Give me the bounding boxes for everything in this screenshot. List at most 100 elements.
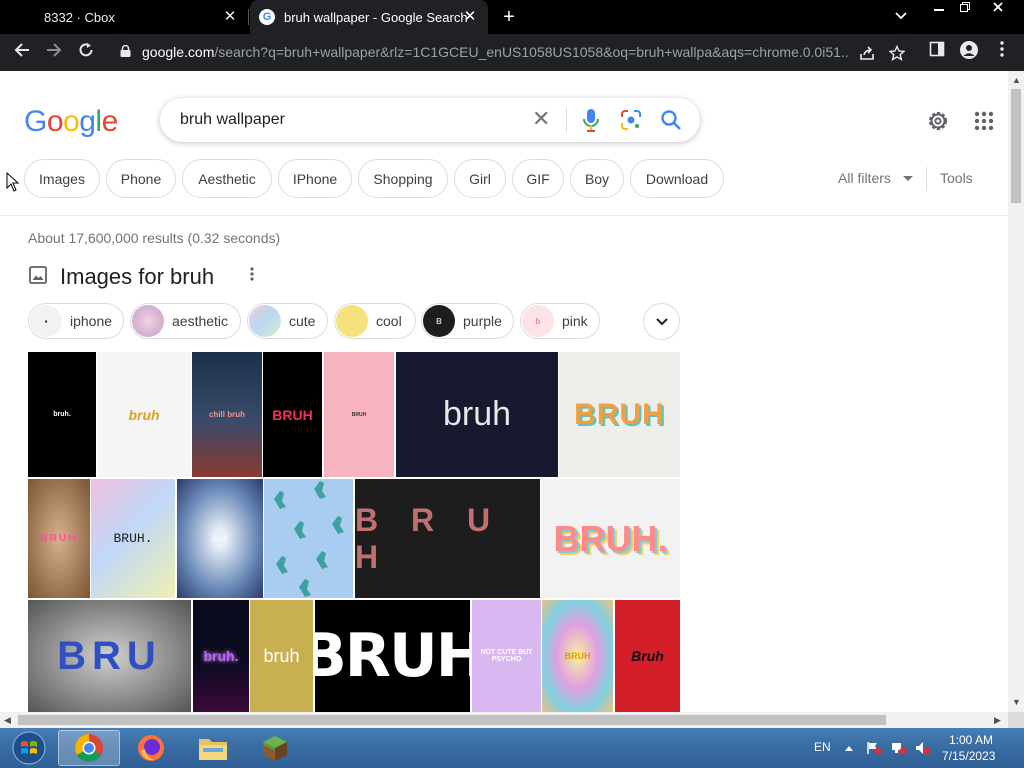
action-center-flag-icon[interactable] [866,741,882,755]
lock-icon[interactable] [120,45,131,57]
side-panel-icon[interactable] [928,41,946,59]
taskbar-firefox[interactable] [120,730,182,766]
image-result[interactable]: NOT CUTE BUT PSYCHO [472,600,541,712]
refine-chip-aesthetic[interactable]: aesthetic [130,303,241,339]
google-favicon-icon: G [259,9,275,25]
back-arrow-icon[interactable] [11,42,33,64]
image-result[interactable]: BRUH [324,352,394,477]
start-button[interactable] [2,730,56,766]
vertical-scrollbar[interactable]: ▲ ▼ [1008,71,1024,712]
images-section-title[interactable]: Images for bruh [60,264,214,290]
tab-google-search[interactable]: G bruh wallpaper - Google Search ✕ [250,0,488,34]
volume-muted-icon[interactable] [915,741,931,755]
close-tab-icon[interactable]: ✕ [222,9,238,25]
refine-chip-cool[interactable]: cool [334,303,416,339]
refine-chip-pink[interactable]: b pink [520,303,600,339]
url-text[interactable]: google.com/search?q=bruh+wallpaper&rlz=1… [142,44,850,60]
minimize-button[interactable] [930,1,948,17]
clock-time[interactable]: 1:00 AM [949,733,993,747]
refine-chip-cute[interactable]: cute [247,303,328,339]
tab-search-chevron-icon[interactable] [895,8,907,23]
image-result[interactable]: bruh. [28,352,96,477]
search-box[interactable]: bruh wallpaper ✕ [160,98,700,142]
close-tab-icon[interactable]: ✕ [462,9,478,25]
refine-chip-iphone[interactable]: ▪ iphone [28,303,124,339]
chip-iphone[interactable]: IPhone [278,159,352,198]
google-lens-icon[interactable] [620,109,642,131]
refine-thumbnail [249,305,281,337]
all-filters-button[interactable]: All filters [838,170,913,186]
image-result[interactable]: BRUH. [541,479,680,598]
image-result[interactable]: BRUH [315,600,470,712]
image-result[interactable]: BRUH [263,352,322,477]
restore-button[interactable] [956,1,974,17]
scroll-left-arrow-icon[interactable]: ◀ [4,715,11,726]
close-window-button[interactable] [988,1,1008,17]
google-apps-grid-icon[interactable] [974,111,994,131]
scroll-up-arrow-icon[interactable]: ▲ [1012,75,1021,85]
more-options-icon[interactable] [245,267,259,286]
scroll-down-arrow-icon[interactable]: ▼ [1012,697,1021,707]
image-result[interactable]: Bruh [615,600,680,712]
new-tab-button[interactable]: + [498,6,520,29]
settings-gear-icon[interactable] [926,109,950,133]
tab-cbox[interactable]: 8332 · Cbox ✕ [0,0,248,34]
image-result[interactable] [264,479,353,598]
image-result[interactable]: BRUH [559,352,680,477]
taskbar-minecraft[interactable] [244,730,306,766]
logo-letter: G [24,105,47,138]
clock-date[interactable]: 7/15/2023 [942,749,995,763]
image-result[interactable]: BRUH [28,479,90,598]
google-logo[interactable]: Google [24,105,118,139]
tools-button[interactable]: Tools [940,170,973,186]
image-result[interactable]: BRU [28,600,191,712]
chip-phone[interactable]: Phone [106,159,176,198]
horizontal-scroll-thumb[interactable] [18,715,886,725]
all-filters-label: All filters [838,170,891,186]
profile-avatar-icon[interactable] [960,41,978,59]
taskbar-chrome[interactable] [58,730,120,766]
search-icon[interactable] [660,109,682,131]
refine-thumbnail: ▪ [30,305,62,337]
refine-label: cool [376,313,402,329]
image-result[interactable]: bruh [97,352,191,477]
chip-aesthetic[interactable]: Aesthetic [182,159,272,198]
chip-girl[interactable]: Girl [454,159,506,198]
image-result[interactable]: BRUH [542,600,613,712]
horizontal-scrollbar[interactable]: ◀ ▶ [0,712,1008,728]
image-result[interactable]: bruh [177,479,263,598]
chip-shopping[interactable]: Shopping [358,159,448,198]
chip-images[interactable]: Images [24,159,100,198]
microphone-icon[interactable] [581,108,601,132]
clear-search-icon[interactable]: ✕ [532,108,550,130]
chrome-icon [75,734,103,762]
network-icon[interactable] [891,741,907,755]
url-path: /search?q=bruh+wallpaper&rlz=1C1GCEU_enU… [214,44,850,60]
image-result[interactable]: BRUH. [91,479,175,598]
bookmark-star-icon[interactable] [888,44,906,63]
refine-chip-purple[interactable]: B purple [421,303,514,339]
dropdown-caret-icon [902,176,913,182]
chip-download[interactable]: Download [630,159,724,198]
image-result[interactable]: bruh. [193,600,249,712]
image-result[interactable]: chill bruh [192,352,262,477]
search-input[interactable]: bruh wallpaper [180,111,285,129]
more-menu-icon[interactable] [993,41,1011,59]
vertical-scroll-thumb[interactable] [1011,89,1021,203]
image-result[interactable]: bruh [396,352,558,477]
show-hidden-icons-icon[interactable] [844,741,860,755]
share-icon[interactable] [858,45,876,63]
reload-icon[interactable] [75,42,97,64]
expand-chevron-icon[interactable] [643,303,680,340]
image-result[interactable]: bruh [250,600,313,712]
scroll-right-arrow-icon[interactable]: ▶ [994,715,1001,726]
chip-boy[interactable]: Boy [570,159,624,198]
forward-arrow-icon[interactable] [43,42,65,64]
language-indicator[interactable]: EN [814,740,831,754]
chip-gif[interactable]: GIF [512,159,564,198]
image-result[interactable]: B R U H [355,479,540,598]
taskbar-file-explorer[interactable] [182,730,244,766]
address-bar[interactable]: google.com/search?q=bruh+wallpaper&rlz=1… [112,38,916,67]
tab-title: bruh wallpaper - Google Search [284,9,468,25]
minecraft-grass-block-icon [263,736,287,761]
